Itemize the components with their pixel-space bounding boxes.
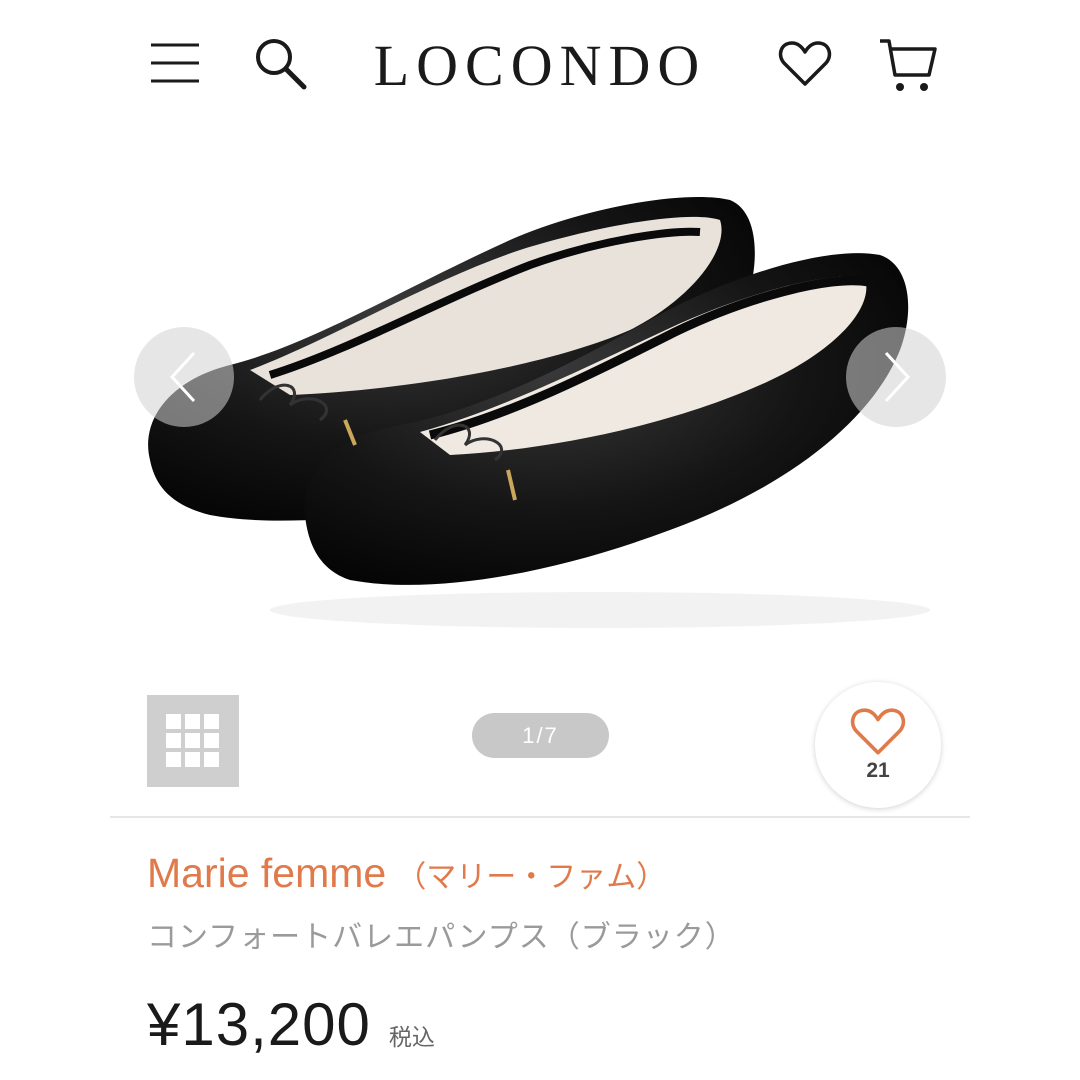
image-counter: 1/7: [472, 713, 609, 758]
product-image-carousel[interactable]: [0, 140, 1080, 680]
favorite-count: 21: [866, 759, 890, 782]
product-page: LOCONDO 1/7 21 Marie femme （マリー・ファム） コンフ…: [0, 0, 1080, 1080]
price-line: ¥13,200 税込: [147, 990, 435, 1059]
tax-label: 税込: [388, 1024, 435, 1050]
menu-icon[interactable]: [145, 36, 205, 90]
cart-icon[interactable]: [875, 34, 941, 96]
brand-line: Marie femme （マリー・ファム）: [147, 850, 666, 906]
search-icon[interactable]: [250, 34, 310, 92]
chevron-left-icon: [169, 351, 196, 403]
brand-kana: （マリー・ファム）: [396, 861, 667, 894]
next-image-button[interactable]: [846, 327, 946, 427]
previous-image-button[interactable]: [134, 327, 234, 427]
divider: [110, 816, 970, 818]
brand-name[interactable]: Marie femme: [147, 850, 386, 897]
heart-icon[interactable]: [775, 36, 835, 92]
chevron-right-icon: [884, 351, 911, 403]
site-logo[interactable]: LOCONDO: [355, 30, 725, 100]
thumbnail-grid-button[interactable]: [147, 695, 239, 787]
heart-icon: [850, 708, 906, 755]
product-image: [148, 196, 930, 628]
product-name: コンフォートバレエパンプス（ブラック）: [147, 921, 736, 954]
favorite-button[interactable]: 21: [815, 682, 941, 808]
price: ¥13,200: [147, 991, 371, 1058]
grid-icon: [166, 714, 219, 767]
header: LOCONDO: [0, 0, 1080, 130]
